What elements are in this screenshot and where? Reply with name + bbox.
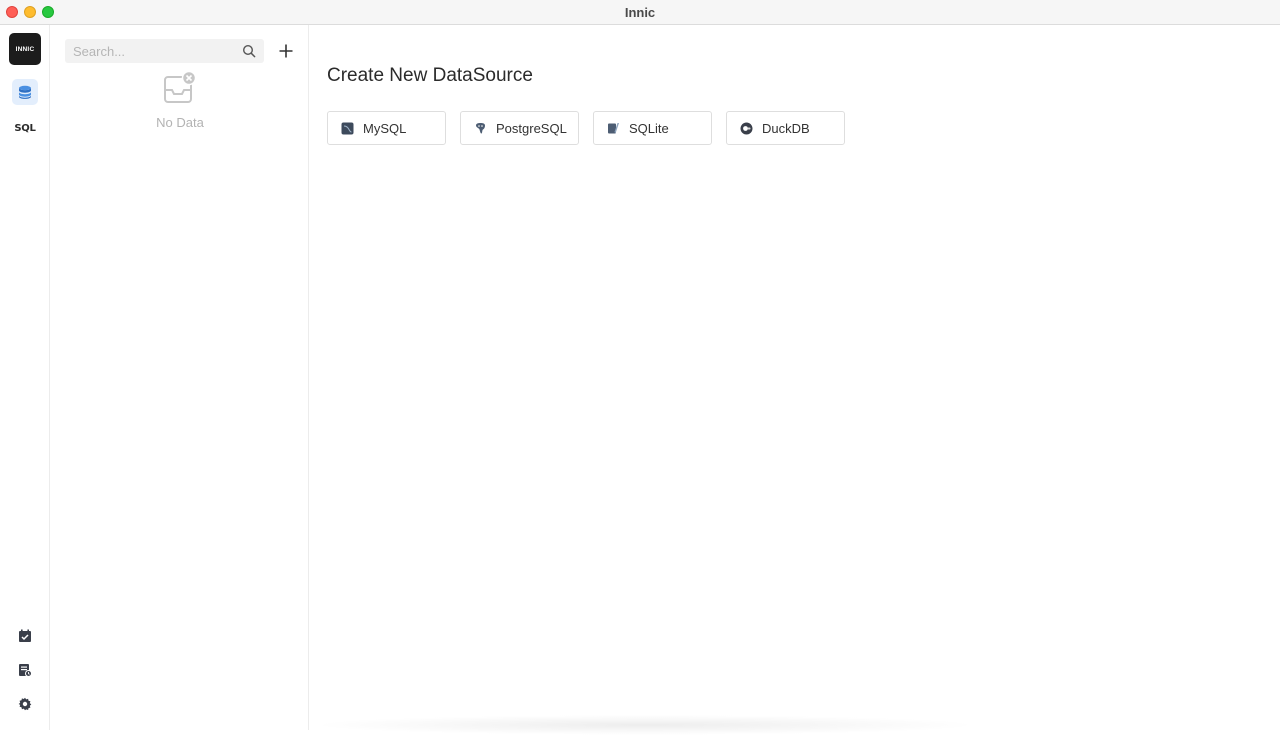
postgresql-button[interactable]: PostgreSQL: [460, 111, 579, 145]
datasource-nav-button[interactable]: [12, 79, 38, 105]
plus-icon: [279, 44, 293, 58]
app-logo: INNIC: [9, 33, 41, 65]
sqlite-icon: [606, 121, 620, 135]
duckdb-icon: [739, 121, 753, 135]
window-title: Innic: [624, 5, 656, 20]
duckdb-label: DuckDB: [762, 120, 810, 136]
task-icon: [19, 629, 31, 642]
postgresql-icon: [473, 121, 487, 135]
mysql-button[interactable]: MySQL: [327, 111, 446, 145]
page-title: Create New DataSource: [327, 65, 533, 86]
title-bar: Innic: [0, 0, 1280, 25]
gear-icon: [18, 697, 32, 711]
duckdb-button[interactable]: DuckDB: [726, 111, 845, 145]
empty-state: No Data: [51, 71, 309, 130]
postgresql-label: PostgreSQL: [496, 120, 567, 136]
sqlite-button[interactable]: SQLite: [593, 111, 712, 145]
sql-nav-label: SQL: [14, 122, 36, 134]
activity-bar: INNIC SQL: [0, 25, 50, 730]
search-input[interactable]: [73, 39, 233, 63]
mysql-label: MySQL: [363, 120, 407, 136]
search-icon[interactable]: [242, 44, 256, 58]
datasource-sidebar: No Data: [51, 25, 309, 730]
empty-state-text: No Data: [156, 115, 204, 130]
search-box: [65, 39, 264, 63]
sqlite-label: SQLite: [629, 120, 669, 136]
settings-nav-button[interactable]: [12, 691, 38, 717]
add-datasource-button[interactable]: [276, 41, 296, 61]
tasks-nav-button[interactable]: [12, 623, 38, 649]
main-content: Create New DataSource MySQL PostgreSQL S…: [310, 25, 1280, 735]
logs-nav-button[interactable]: [12, 657, 38, 683]
database-icon: [19, 85, 31, 99]
datasource-options: MySQL PostgreSQL SQLite DuckDB: [327, 111, 845, 145]
log-icon: [19, 664, 32, 677]
bottom-shadow: [310, 715, 980, 735]
sql-nav-button[interactable]: SQL: [12, 115, 38, 141]
mysql-icon: [340, 121, 354, 135]
empty-inbox-icon: [164, 71, 197, 103]
